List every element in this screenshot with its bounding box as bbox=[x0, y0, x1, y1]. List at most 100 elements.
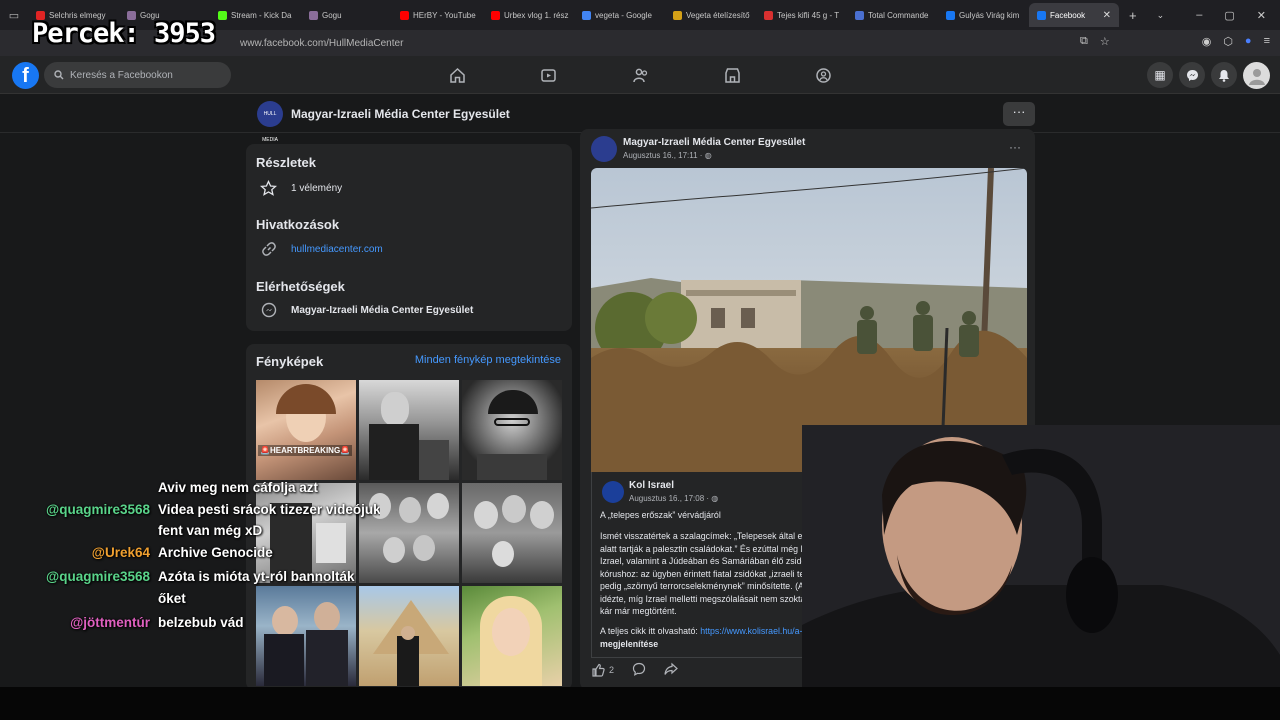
facebook-header: f Keresés a Facebookon ▦ bbox=[0, 56, 1280, 94]
chat-username: @jöttmentúr bbox=[70, 615, 150, 630]
chat-text: Aviv meg nem cáfolja azt bbox=[158, 480, 319, 495]
account-badge-icon[interactable]: ● bbox=[1245, 35, 1252, 48]
post-actions: 2 bbox=[591, 662, 678, 678]
screen: ▭ Selchris elmegy Gogu Stream - Kick Da Gog… bbox=[0, 0, 1280, 720]
photos-title: Fényképek bbox=[256, 354, 324, 369]
home-icon[interactable] bbox=[447, 65, 467, 85]
browser-tab[interactable]: Gogu bbox=[301, 3, 391, 27]
tab-label: Gogu bbox=[322, 10, 342, 20]
page-more-options-button[interactable]: ··· bbox=[1003, 102, 1035, 126]
tab-favicon-icon bbox=[491, 10, 500, 20]
maximize-icon[interactable]: ▢ bbox=[1224, 9, 1234, 22]
extensions-icon[interactable]: ⬡ bbox=[1223, 35, 1233, 48]
close-window-icon[interactable]: ✕ bbox=[1257, 9, 1266, 22]
links-title: Hivatkozások bbox=[256, 217, 340, 232]
webcam-overlay bbox=[802, 425, 1280, 687]
contacts-title: Elérhetőségek bbox=[256, 279, 345, 294]
details-title: Részletek bbox=[256, 155, 316, 170]
install-app-icon[interactable]: ⧉ bbox=[1080, 35, 1088, 48]
friends-icon[interactable] bbox=[630, 65, 650, 85]
page-avatar[interactable]: HULL MEDIA bbox=[257, 101, 283, 143]
shared-author[interactable]: Kol Israel bbox=[629, 480, 674, 491]
chat-username bbox=[40, 591, 150, 606]
tab-label: Facebook bbox=[1050, 10, 1086, 20]
chat-message: @jöttmentúr belzebub vád bbox=[40, 615, 243, 630]
post-author-avatar[interactable] bbox=[591, 136, 617, 162]
post-options-icon[interactable]: ··· bbox=[1009, 140, 1021, 154]
browser-tab[interactable]: Gulyás Virág kim bbox=[938, 3, 1028, 27]
website-link-row[interactable]: hullmediacenter.com bbox=[261, 241, 383, 257]
url-text[interactable]: www.facebook.com/HullMediaCenter bbox=[240, 38, 403, 49]
chat-username: @quagmire3568 bbox=[46, 569, 150, 584]
browser-tab[interactable]: Stream - Kick Da bbox=[210, 3, 300, 27]
close-tab-icon[interactable]: ✕ bbox=[1103, 10, 1111, 21]
tab-favicon-icon bbox=[400, 10, 409, 20]
browser-tab[interactable]: Vegeta ételízesítő bbox=[665, 3, 755, 27]
browser-tab[interactable]: Facebook ✕ bbox=[1029, 3, 1119, 27]
bookmark-star-icon[interactable]: ☆ bbox=[1100, 35, 1110, 48]
link-icon bbox=[262, 242, 276, 256]
facebook-logo-icon[interactable]: f bbox=[12, 62, 39, 89]
chat-message: fent van még xD bbox=[40, 523, 262, 538]
tab-label: Urbex vlog 1. rész bbox=[504, 10, 569, 20]
tab-label: Stream - Kick Da bbox=[231, 10, 292, 20]
chat-text: fent van még xD bbox=[158, 523, 263, 538]
tab-label: Tejes kifli 45 g - T bbox=[777, 10, 840, 20]
browser-menu-icon[interactable]: ≡ bbox=[1264, 35, 1270, 48]
tab-favicon-icon bbox=[309, 10, 318, 20]
website-link[interactable]: hullmediacenter.com bbox=[291, 244, 383, 255]
post-author[interactable]: Magyar-Izraeli Média Center Egyesület bbox=[623, 137, 805, 148]
browser-tab[interactable]: Total Commande bbox=[847, 3, 937, 27]
tab-label: HErBY - YouTube bbox=[413, 10, 476, 20]
browser-tab[interactable]: Urbex vlog 1. rész bbox=[483, 3, 573, 27]
profile-icon[interactable]: ◉ bbox=[1202, 35, 1212, 48]
post-date[interactable]: Augusztus 16., 17:11 · ◍ bbox=[623, 151, 712, 160]
chat-message: @Urek64 Archive Genocide bbox=[40, 545, 273, 560]
page-title[interactable]: Magyar-Izraeli Média Center Egyesület bbox=[291, 107, 510, 121]
chat-username bbox=[40, 523, 150, 538]
groups-icon[interactable] bbox=[813, 65, 833, 85]
marketplace-icon[interactable] bbox=[722, 65, 742, 85]
search-placeholder: Keresés a Facebookon bbox=[70, 69, 173, 81]
video-icon[interactable] bbox=[538, 65, 558, 85]
notifications-icon[interactable] bbox=[1211, 62, 1237, 88]
tab-label: Gulyás Virág kim bbox=[959, 10, 1020, 20]
chat-text: Azóta is mióta yt-ról bannolták bbox=[158, 569, 355, 584]
account-avatar[interactable] bbox=[1243, 62, 1270, 89]
tab-list-chevron-icon[interactable]: ⌄ bbox=[1147, 10, 1175, 21]
like-button[interactable]: 2 bbox=[591, 663, 614, 677]
photo-thumbnail[interactable] bbox=[462, 586, 562, 686]
share-icon[interactable] bbox=[664, 662, 678, 678]
search-input[interactable]: Keresés a Facebookon bbox=[44, 62, 231, 88]
chat-text: Archive Genocide bbox=[158, 545, 273, 560]
reviews-row[interactable]: 1 vélemény bbox=[260, 180, 342, 197]
chat-username: @quagmire3568 bbox=[46, 502, 150, 517]
tab-favicon-icon bbox=[218, 10, 227, 20]
chat-message: @quagmire3568 Videa pesti srácok tizezer … bbox=[40, 502, 380, 517]
browser-tab[interactable]: vegeta - Google bbox=[574, 3, 664, 27]
messenger-contact-row[interactable]: Magyar-Izraeli Média Center Egyesület bbox=[261, 302, 473, 318]
minimize-icon[interactable]: – bbox=[1196, 9, 1202, 22]
browser-tab[interactable]: HErBY - YouTube bbox=[392, 3, 482, 27]
chat-username bbox=[40, 480, 150, 495]
shared-date[interactable]: Augusztus 16., 17:08 · ◍ bbox=[629, 494, 718, 503]
browser-tab[interactable]: Tejes kifli 45 g - T bbox=[756, 3, 846, 27]
page-header: HULL MEDIA Magyar-Izraeli Média Center E… bbox=[0, 95, 1280, 143]
details-card: Részletek 1 vélemény Hivatkozások hullme… bbox=[246, 144, 572, 331]
search-icon bbox=[54, 70, 64, 80]
photo-thumbnail[interactable] bbox=[462, 380, 562, 480]
see-all-photos-link[interactable]: Minden fénykép megtekintése bbox=[415, 354, 561, 366]
photo-thumbnail[interactable] bbox=[462, 483, 562, 583]
globe-icon: ◍ bbox=[711, 494, 719, 503]
messenger-icon[interactable] bbox=[1179, 62, 1205, 88]
reviews-text: 1 vélemény bbox=[291, 183, 343, 194]
comment-icon[interactable] bbox=[632, 662, 646, 678]
minutes-counter: Percek: 3953 bbox=[32, 18, 216, 49]
shared-author-avatar[interactable] bbox=[602, 481, 624, 503]
tab-overview-icon[interactable]: ▭ bbox=[0, 0, 28, 30]
menu-grid-icon[interactable]: ▦ bbox=[1147, 62, 1173, 88]
globe-icon: ◍ bbox=[704, 151, 712, 160]
chat-message: @quagmire3568 Azóta is mióta yt-ról banno… bbox=[40, 569, 355, 584]
tab-favicon-icon bbox=[946, 10, 955, 20]
new-tab-button[interactable]: + bbox=[1119, 8, 1147, 23]
